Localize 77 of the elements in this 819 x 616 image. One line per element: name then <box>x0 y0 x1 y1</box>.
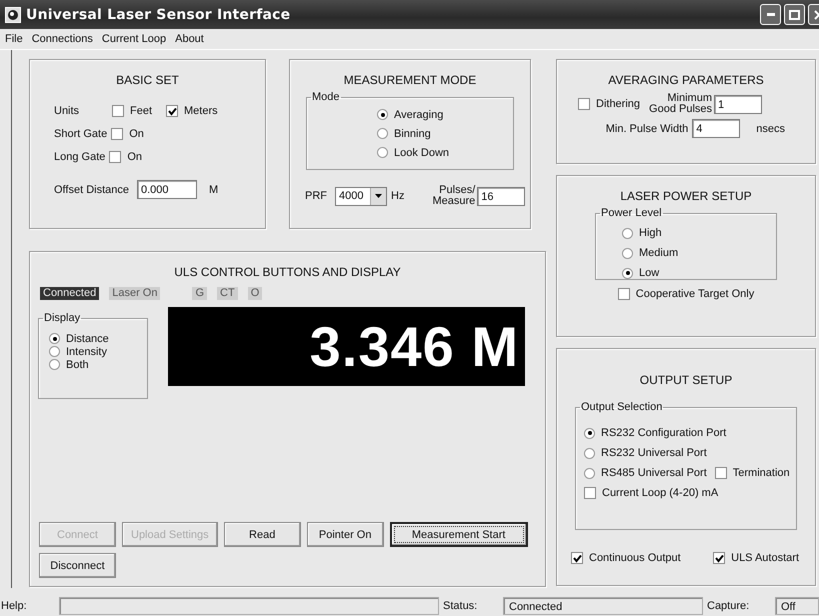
checkbox[interactable]: On <box>109 151 142 163</box>
prf-label: PRF <box>305 190 327 202</box>
action-button[interactable]: Read <box>224 522 301 547</box>
group-label: Mode <box>311 91 341 103</box>
minimize-button[interactable] <box>760 4 781 25</box>
menu-item[interactable]: File <box>5 33 23 45</box>
checkbox[interactable]: Cooperative Target Only <box>618 288 754 300</box>
status-indicator: O <box>248 287 262 300</box>
check-icon <box>714 554 724 562</box>
panel-title: ULS CONTROL BUTTONS AND DISPLAY <box>173 265 402 279</box>
help-label: Help: <box>0 599 28 614</box>
action-button[interactable]: Pointer On <box>306 522 384 547</box>
radio-option[interactable]: Low <box>596 263 776 283</box>
group-label: Display <box>43 312 82 324</box>
group-label: Power Level <box>600 207 663 219</box>
radio-option[interactable]: Binning <box>307 124 513 143</box>
action-button[interactable]: Measurement Start <box>390 522 528 547</box>
panel-title: MEASUREMENT MODE <box>342 73 478 87</box>
status-indicator: G <box>192 287 208 300</box>
offset-field[interactable]: 0.000 <box>137 180 197 199</box>
panel-title: LASER POWER SETUP <box>619 189 753 203</box>
units-label: Units <box>54 105 80 117</box>
radio-option[interactable]: RS232 Configuration Port <box>584 424 726 442</box>
maximize-button[interactable] <box>784 4 805 25</box>
gate-label: Short Gate <box>54 128 108 140</box>
checkbox[interactable]: Current Loop (4-20) mA <box>584 487 718 499</box>
radio-option[interactable]: Distance <box>39 332 147 345</box>
radio-option[interactable]: High <box>596 223 776 243</box>
checkbox[interactable]: Termination <box>714 467 790 479</box>
radio-option[interactable]: Medium <box>596 243 776 263</box>
capture-label: Capture: <box>706 599 750 614</box>
minimize-icon <box>766 13 774 16</box>
dropdown-arrow-icon <box>375 194 382 198</box>
unit-label: M <box>209 184 218 196</box>
min-pulse-width-label: Min. Pulse Width <box>606 122 688 134</box>
menu-item[interactable]: About <box>175 33 204 45</box>
panel-title: BASIC SET <box>115 73 180 87</box>
prf-dropdown[interactable]: 4000 <box>335 186 387 206</box>
panel-title: AVERAGING PARAMETERS <box>607 73 765 87</box>
capture-field: Off <box>775 597 819 615</box>
unit-label: nsecs <box>756 122 785 134</box>
group-label: Output Selection <box>580 401 664 413</box>
radio-option[interactable]: RS232 Universal Port <box>584 444 707 462</box>
status-label: Status: <box>442 599 478 614</box>
radio-option[interactable]: Look Down <box>307 143 513 162</box>
radio-option[interactable]: Averaging <box>307 105 513 124</box>
min-good-pulses-field[interactable]: 1 <box>714 94 762 114</box>
checkbox[interactable]: Feet <box>112 105 152 117</box>
check-icon <box>168 106 177 116</box>
offset-label: Offset Distance <box>54 184 129 196</box>
unit-label: Hz <box>391 190 404 202</box>
pulses-field[interactable]: 16 <box>477 186 526 206</box>
checkbox[interactable]: On <box>111 128 144 140</box>
window-title: Universal Laser Sensor Interface <box>26 6 290 22</box>
checkbox[interactable]: Dithering <box>578 98 640 110</box>
status-field: Connected <box>503 597 703 615</box>
maximize-icon <box>789 10 800 20</box>
radio-option[interactable]: Both <box>39 358 147 371</box>
radio-option[interactable]: Intensity <box>39 345 147 358</box>
action-button[interactable]: Disconnect <box>39 553 116 578</box>
check-icon <box>572 554 582 562</box>
menu-item[interactable]: Connections <box>32 33 93 45</box>
checkbox[interactable]: Meters <box>166 105 218 117</box>
status-indicator: Connected <box>40 287 100 300</box>
status-indicator: Laser On <box>109 287 160 300</box>
min-good-pulses-label: Minimum Good Pulses <box>649 93 712 115</box>
gate-label: Long Gate <box>54 151 106 163</box>
distance-readout: 3.346 M <box>168 307 525 386</box>
radio-option[interactable]: RS485 Universal Port <box>584 464 707 482</box>
min-pulse-width-field[interactable]: 4 <box>692 119 740 138</box>
checkbox[interactable]: Continuous Output <box>571 552 681 564</box>
app-icon <box>5 6 21 22</box>
pulses-label: Pulses/ Measure <box>432 185 476 207</box>
menu-item[interactable]: Current Loop <box>102 33 166 45</box>
status-indicator: CT <box>217 287 238 300</box>
panel-title: OUTPUT SETUP <box>638 373 734 387</box>
checkbox[interactable]: ULS Autostart <box>713 552 799 564</box>
